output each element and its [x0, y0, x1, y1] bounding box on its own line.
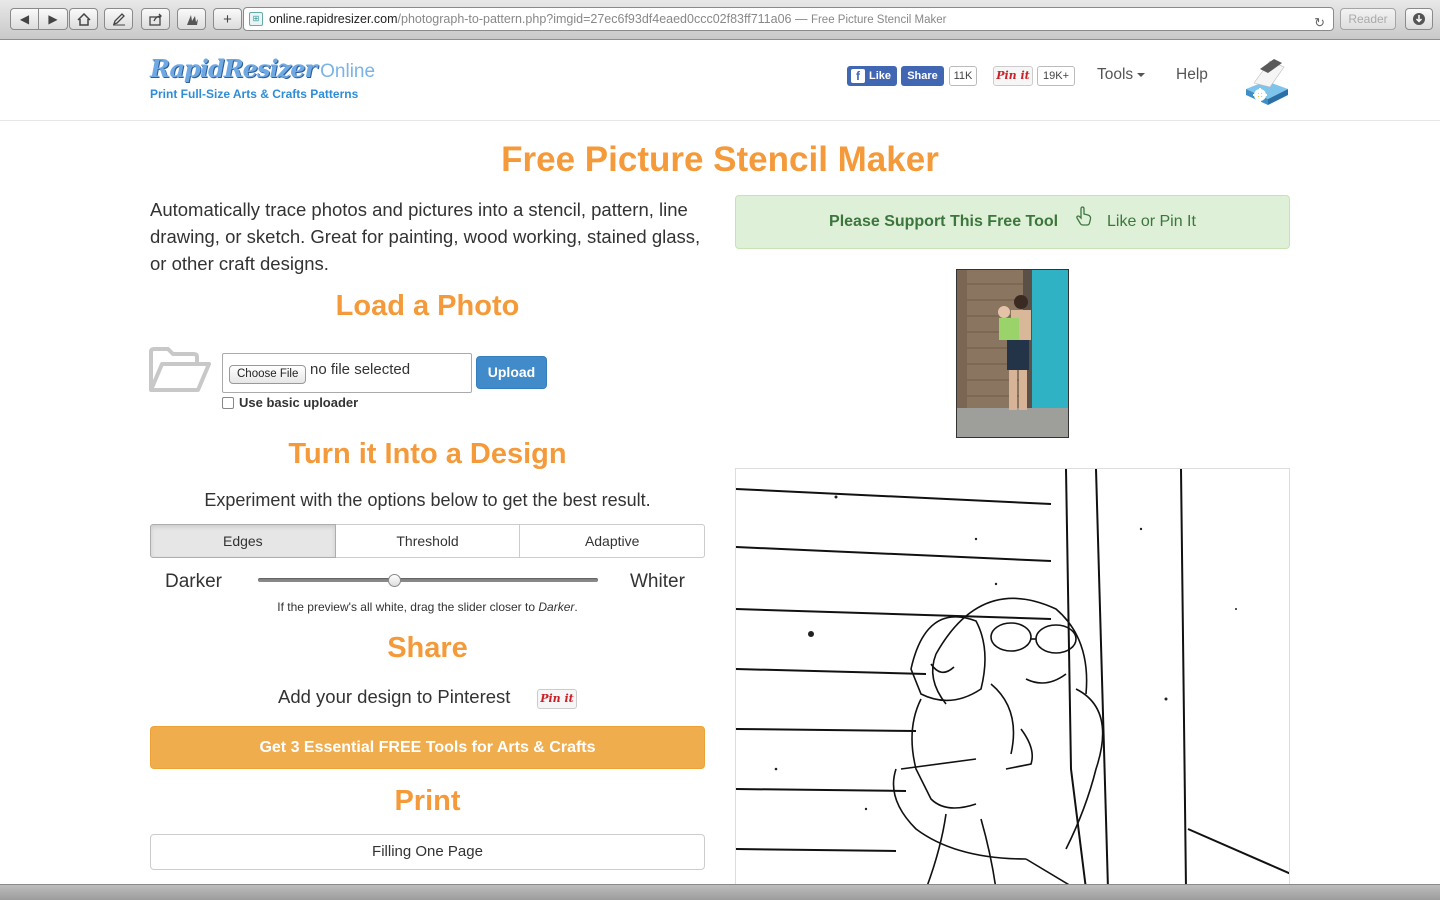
share-page-button[interactable]	[141, 8, 170, 30]
printer-logo-icon[interactable]	[1240, 55, 1292, 112]
pinterest-prompt: Add your design to Pinterest	[278, 686, 511, 707]
intro-text: Automatically trace photos and pictures …	[150, 199, 701, 274]
slider-min-label: Darker	[165, 571, 223, 592]
nav-tools-dropdown[interactable]: Tools	[1097, 66, 1146, 84]
logo-suffix: Online	[320, 61, 376, 82]
extension-button[interactable]	[177, 8, 206, 30]
design-heading: Turn it Into a Design	[288, 438, 567, 470]
choose-file-button[interactable]: Choose File	[229, 365, 307, 384]
design-instructions: Experiment with the options below to get…	[204, 490, 651, 510]
facebook-share-button[interactable]: Share	[901, 66, 944, 86]
free-tools-button[interactable]: Get 3 Essential FREE Tools for Arts & Cr…	[150, 726, 705, 769]
darkness-slider-thumb[interactable]	[387, 574, 401, 587]
history-nav: ◀ ▶	[10, 8, 68, 30]
slider-max-label: Whiter	[630, 571, 685, 592]
pencil-icon	[112, 12, 125, 25]
print-heading: Print	[394, 785, 461, 817]
site-tagline: Print Full-Size Arts & Crafts Patterns	[150, 87, 359, 101]
slider-hint-prefix: If the preview's all white, drag the sli…	[277, 600, 539, 614]
edit-button[interactable]	[104, 8, 133, 30]
basic-uploader-label: Use basic uploader	[239, 395, 359, 410]
share-icon	[148, 13, 162, 26]
home-icon	[76, 12, 91, 26]
support-banner: Please Support This Free Tool Like or Pi…	[735, 195, 1290, 249]
page-title: Free Picture Stencil Maker	[501, 140, 939, 179]
forward-arrow-icon: ▶	[48, 12, 58, 26]
darkness-slider-track[interactable]	[258, 578, 598, 582]
share-heading: Share	[387, 632, 468, 664]
downloads-button[interactable]	[1405, 8, 1433, 30]
hand-pointer-icon	[1075, 196, 1093, 248]
reader-button[interactable]: Reader	[1340, 8, 1396, 30]
support-action-text[interactable]: Like or Pin It	[1107, 213, 1196, 230]
facebook-count: 11K	[949, 66, 977, 86]
slider-hint-suffix: .	[574, 600, 578, 614]
source-photo	[956, 269, 1069, 438]
load-photo-heading: Load a Photo	[335, 290, 520, 322]
facebook-like-label: Like	[869, 70, 892, 82]
url-path: /photograph-to-pattern.php?imgid=27ec6f9…	[397, 12, 792, 26]
slider-hint-emphasis: Darker	[538, 600, 575, 614]
basic-uploader-checkbox[interactable]	[222, 396, 234, 409]
stencil-preview	[735, 468, 1290, 888]
file-input[interactable]: Choose File no file selected	[222, 353, 472, 393]
logo-wordmark: RapidResizer	[150, 54, 317, 83]
window-bottom-edge	[0, 884, 1440, 900]
upload-button[interactable]: Upload	[476, 356, 547, 389]
home-button[interactable]	[69, 8, 98, 30]
support-text: Please Support This Free Tool	[829, 213, 1059, 231]
caret-down-icon	[1137, 72, 1146, 77]
back-button[interactable]: ◀	[10, 8, 39, 30]
site-favicon-icon: ⊞	[249, 12, 263, 26]
tab-adaptive[interactable]: Adaptive	[520, 524, 706, 558]
new-tab-button[interactable]: +	[213, 8, 242, 30]
facebook-like-button[interactable]: f Like	[847, 66, 897, 86]
nav-help-link[interactable]: Help	[1176, 66, 1208, 84]
forward-button[interactable]: ▶	[39, 8, 68, 30]
basic-uploader-option[interactable]: Use basic uploader	[222, 395, 358, 410]
slider-hint: If the preview's all white, drag the sli…	[150, 600, 705, 614]
site-logo[interactable]: RapidResizer Online	[150, 54, 375, 83]
folder-icon	[148, 346, 212, 399]
design-pinit-button[interactable]: Pin it	[537, 689, 577, 709]
facebook-icon: f	[851, 69, 865, 83]
url-separator: —	[791, 12, 811, 26]
feather-icon	[186, 14, 198, 25]
browser-toolbar: ◀ ▶ + ⊞ online.rapidresizer.com/photogra…	[0, 0, 1440, 40]
tab-threshold[interactable]: Threshold	[335, 524, 521, 558]
tab-edges[interactable]: Edges	[150, 524, 336, 558]
url-host: online.rapidresizer.com	[269, 12, 398, 26]
back-arrow-icon: ◀	[19, 12, 30, 26]
reload-icon[interactable]: ↻	[1314, 12, 1325, 30]
window-title: Free Picture Stencil Maker	[810, 14, 947, 26]
download-icon	[1413, 13, 1425, 25]
header-pinit-button[interactable]: Pin it	[993, 66, 1033, 86]
print-size-option[interactable]: Filling One Page	[150, 834, 705, 870]
file-status-text: no file selected	[310, 361, 411, 378]
plus-icon: +	[223, 10, 232, 28]
design-mode-tabs: Edges Threshold Adaptive	[150, 524, 706, 558]
nav-tools-label: Tools	[1097, 66, 1134, 83]
site-header: RapidResizer Online Print Full-Size Arts …	[0, 40, 1440, 121]
pinterest-count: 19K+	[1037, 66, 1075, 86]
address-bar[interactable]: ⊞ online.rapidresizer.com/photograph-to-…	[243, 7, 1334, 31]
